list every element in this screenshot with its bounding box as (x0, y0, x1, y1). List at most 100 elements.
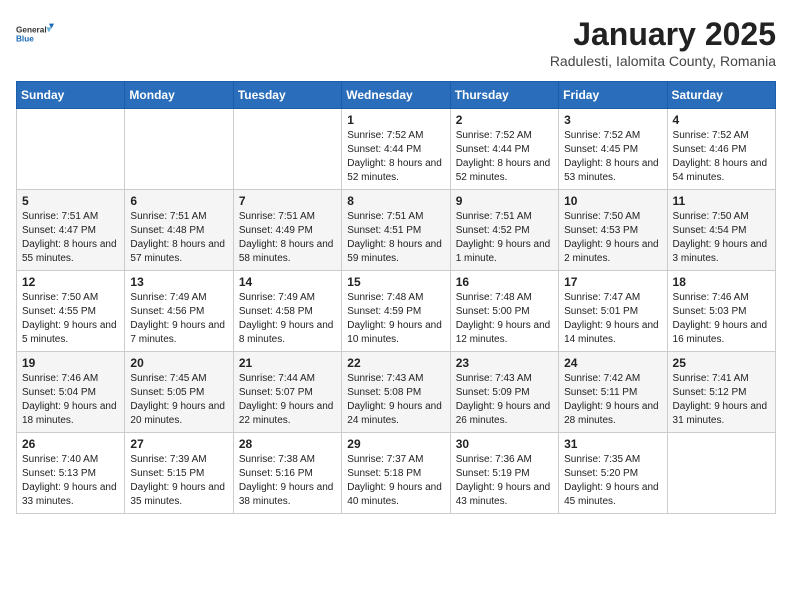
day-number: 19 (22, 356, 119, 370)
day-number: 9 (456, 194, 553, 208)
day-number: 30 (456, 437, 553, 451)
location-title: Radulesti, Ialomita County, Romania (550, 53, 776, 69)
day-number: 18 (673, 275, 770, 289)
calendar-cell (17, 109, 125, 190)
day-number: 26 (22, 437, 119, 451)
day-number: 10 (564, 194, 661, 208)
calendar-cell: 13 Sunrise: 7:49 AMSunset: 4:56 PMDayligh… (125, 271, 233, 352)
calendar-cell: 23 Sunrise: 7:43 AMSunset: 5:09 PMDayligh… (450, 352, 558, 433)
logo-svg: General Blue (16, 16, 54, 54)
calendar-cell: 26 Sunrise: 7:40 AMSunset: 5:13 PMDayligh… (17, 433, 125, 514)
calendar-cell: 28 Sunrise: 7:38 AMSunset: 5:16 PMDayligh… (233, 433, 341, 514)
weekday-header: Friday (559, 82, 667, 109)
day-number: 31 (564, 437, 661, 451)
calendar-week-row: 26 Sunrise: 7:40 AMSunset: 5:13 PMDayligh… (17, 433, 776, 514)
calendar-cell: 31 Sunrise: 7:35 AMSunset: 5:20 PMDayligh… (559, 433, 667, 514)
day-info: Sunrise: 7:35 AMSunset: 5:20 PMDaylight:… (564, 453, 661, 509)
svg-text:Blue: Blue (16, 34, 34, 43)
day-number: 17 (564, 275, 661, 289)
calendar-table: SundayMondayTuesdayWednesdayThursdayFrid… (16, 81, 776, 514)
calendar-cell: 27Sunrise: 7:39 AMSunset: 5:15 PMDayligh… (125, 433, 233, 514)
day-info: Sunrise: 7:41 AMSunset: 5:12 PMDaylight:… (673, 372, 770, 428)
calendar-cell: 30 Sunrise: 7:36 AMSunset: 5:19 PMDayligh… (450, 433, 558, 514)
day-number: 6 (130, 194, 227, 208)
day-number: 15 (347, 275, 444, 289)
calendar-cell: 7 Sunrise: 7:51 AMSunset: 4:49 PMDaylight… (233, 190, 341, 271)
day-info: Sunrise: 7:50 AMSunset: 4:55 PMDaylight:… (22, 291, 119, 347)
day-number: 1 (347, 113, 444, 127)
calendar-cell: 8 Sunrise: 7:51 AMSunset: 4:51 PMDaylight… (342, 190, 450, 271)
day-info: Sunrise: 7:52 AMSunset: 4:46 PMDaylight:… (673, 129, 770, 185)
day-info: Sunrise: 7:47 AMSunset: 5:01 PMDaylight:… (564, 291, 661, 347)
svg-text:General: General (16, 25, 47, 34)
day-info: Sunrise: 7:38 AMSunset: 5:16 PMDaylight:… (239, 453, 336, 509)
day-number: 11 (673, 194, 770, 208)
day-info: Sunrise: 7:43 AMSunset: 5:08 PMDaylight:… (347, 372, 444, 428)
calendar-cell: 2Sunrise: 7:52 AMSunset: 4:44 PMDaylight… (450, 109, 558, 190)
weekday-header: Thursday (450, 82, 558, 109)
day-number: 12 (22, 275, 119, 289)
calendar-cell: 14 Sunrise: 7:49 AMSunset: 4:58 PMDayligh… (233, 271, 341, 352)
day-number: 4 (673, 113, 770, 127)
calendar-week-row: 12 Sunrise: 7:50 AMSunset: 4:55 PMDayligh… (17, 271, 776, 352)
day-info: Sunrise: 7:42 AMSunset: 5:11 PMDaylight:… (564, 372, 661, 428)
calendar-week-row: 1Sunrise: 7:52 AMSunset: 4:44 PMDaylight… (17, 109, 776, 190)
calendar-cell: 21 Sunrise: 7:44 AMSunset: 5:07 PMDayligh… (233, 352, 341, 433)
day-number: 28 (239, 437, 336, 451)
calendar-cell (233, 109, 341, 190)
day-info: Sunrise: 7:48 AMSunset: 5:00 PMDaylight:… (456, 291, 553, 347)
day-info: Sunrise: 7:48 AMSunset: 4:59 PMDaylight:… (347, 291, 444, 347)
day-info: Sunrise: 7:39 AMSunset: 5:15 PMDaylight:… (130, 453, 227, 509)
day-number: 5 (22, 194, 119, 208)
day-info: Sunrise: 7:43 AMSunset: 5:09 PMDaylight:… (456, 372, 553, 428)
calendar-cell: 18 Sunrise: 7:46 AMSunset: 5:03 PMDayligh… (667, 271, 775, 352)
day-info: Sunrise: 7:46 AMSunset: 5:03 PMDaylight:… (673, 291, 770, 347)
day-info: Sunrise: 7:51 AMSunset: 4:47 PMDaylight:… (22, 210, 119, 266)
day-number: 8 (347, 194, 444, 208)
page-header: General Blue January 2025 Radulesti, Ial… (16, 16, 776, 69)
calendar-cell: 9 Sunrise: 7:51 AMSunset: 4:52 PMDaylight… (450, 190, 558, 271)
day-info: Sunrise: 7:44 AMSunset: 5:07 PMDaylight:… (239, 372, 336, 428)
calendar-cell: 29 Sunrise: 7:37 AMSunset: 5:18 PMDayligh… (342, 433, 450, 514)
calendar-cell: 10Sunrise: 7:50 AMSunset: 4:53 PMDayligh… (559, 190, 667, 271)
calendar-cell (667, 433, 775, 514)
calendar-cell: 3 Sunrise: 7:52 AMSunset: 4:45 PMDaylight… (559, 109, 667, 190)
day-number: 23 (456, 356, 553, 370)
day-number: 24 (564, 356, 661, 370)
day-number: 16 (456, 275, 553, 289)
day-info: Sunrise: 7:50 AMSunset: 4:54 PMDaylight:… (673, 210, 770, 266)
weekday-header: Wednesday (342, 82, 450, 109)
day-info: Sunrise: 7:51 AMSunset: 4:48 PMDaylight:… (130, 210, 227, 266)
calendar-cell: 16 Sunrise: 7:48 AMSunset: 5:00 PMDayligh… (450, 271, 558, 352)
day-info: Sunrise: 7:52 AMSunset: 4:45 PMDaylight:… (564, 129, 661, 185)
day-info: Sunrise: 7:36 AMSunset: 5:19 PMDaylight:… (456, 453, 553, 509)
day-number: 7 (239, 194, 336, 208)
day-number: 13 (130, 275, 227, 289)
calendar-cell: 11 Sunrise: 7:50 AMSunset: 4:54 PMDayligh… (667, 190, 775, 271)
day-info: Sunrise: 7:51 AMSunset: 4:51 PMDaylight:… (347, 210, 444, 266)
weekday-header-row: SundayMondayTuesdayWednesdayThursdayFrid… (17, 82, 776, 109)
calendar-week-row: 19Sunrise: 7:46 AMSunset: 5:04 PMDayligh… (17, 352, 776, 433)
day-info: Sunrise: 7:49 AMSunset: 4:58 PMDaylight:… (239, 291, 336, 347)
weekday-header: Sunday (17, 82, 125, 109)
weekday-header: Tuesday (233, 82, 341, 109)
day-number: 14 (239, 275, 336, 289)
day-number: 29 (347, 437, 444, 451)
day-info: Sunrise: 7:51 AMSunset: 4:49 PMDaylight:… (239, 210, 336, 266)
month-title: January 2025 (550, 16, 776, 53)
day-number: 21 (239, 356, 336, 370)
weekday-header: Monday (125, 82, 233, 109)
calendar-cell: 15 Sunrise: 7:48 AMSunset: 4:59 PMDayligh… (342, 271, 450, 352)
day-number: 25 (673, 356, 770, 370)
day-number: 20 (130, 356, 227, 370)
day-info: Sunrise: 7:37 AMSunset: 5:18 PMDaylight:… (347, 453, 444, 509)
day-number: 22 (347, 356, 444, 370)
calendar-cell: 4 Sunrise: 7:52 AMSunset: 4:46 PMDaylight… (667, 109, 775, 190)
calendar-cell: 25 Sunrise: 7:41 AMSunset: 5:12 PMDayligh… (667, 352, 775, 433)
day-number: 3 (564, 113, 661, 127)
day-info: Sunrise: 7:49 AMSunset: 4:56 PMDaylight:… (130, 291, 227, 347)
day-info: Sunrise: 7:40 AMSunset: 5:13 PMDaylight:… (22, 453, 119, 509)
day-info: Sunrise: 7:51 AMSunset: 4:52 PMDaylight:… (456, 210, 553, 266)
title-block: January 2025 Radulesti, Ialomita County,… (550, 16, 776, 69)
calendar-cell: 5 Sunrise: 7:51 AMSunset: 4:47 PMDaylight… (17, 190, 125, 271)
